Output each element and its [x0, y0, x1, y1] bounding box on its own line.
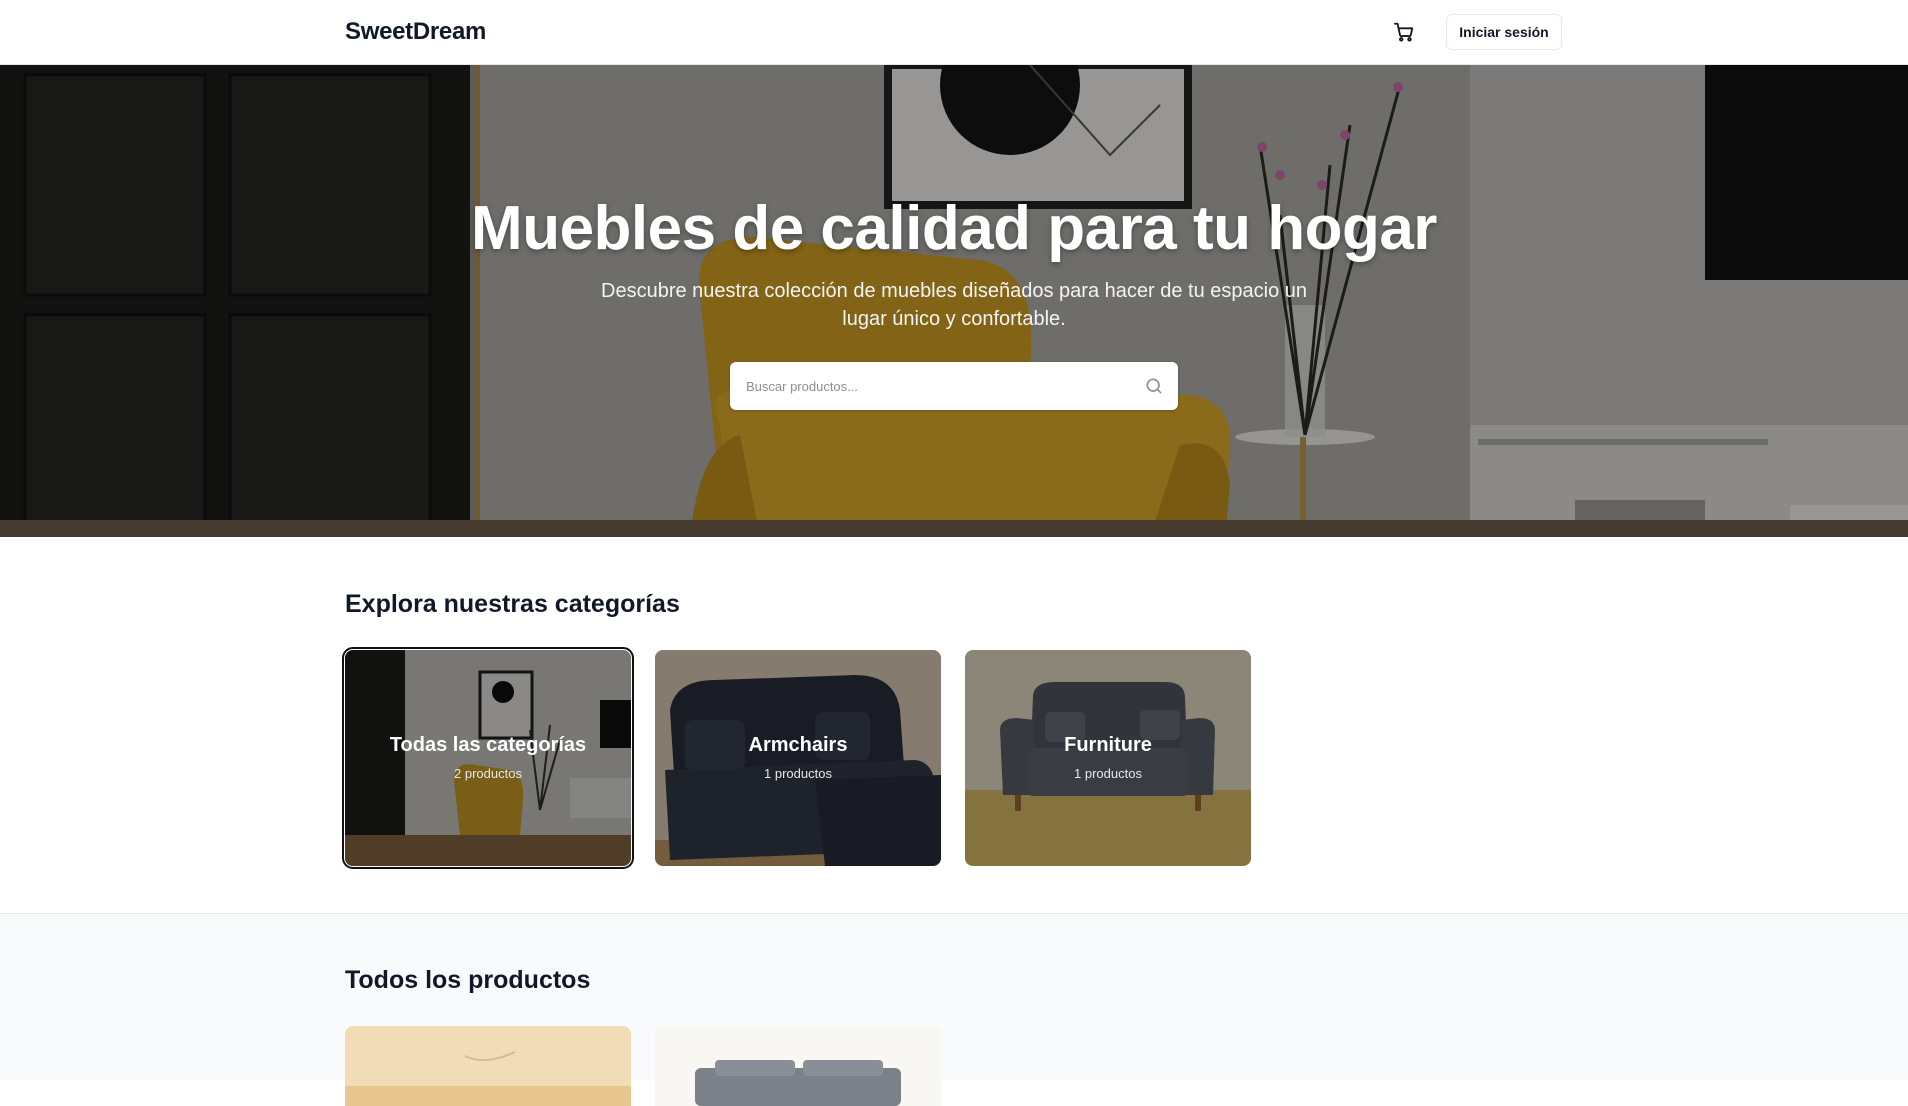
products-title: Todos los productos: [345, 966, 591, 994]
search-input[interactable]: [730, 362, 1130, 410]
hero-banner: Muebles de calidad para tu hogar Descubr…: [0, 65, 1908, 537]
product-card[interactable]: [345, 1026, 631, 1106]
search-box: [730, 362, 1178, 410]
category-overlay: [345, 650, 631, 866]
category-name: Furniture: [1064, 734, 1152, 756]
category-overlay: [965, 650, 1251, 866]
product-image: [655, 1026, 941, 1106]
category-count: 1 productos: [764, 766, 832, 781]
category-name: Todas las categorías: [389, 734, 587, 756]
product-card[interactable]: [655, 1026, 941, 1106]
category-card-armchairs[interactable]: Armchairs 1 productos: [655, 650, 941, 866]
shopping-cart-icon: [1393, 22, 1414, 42]
site-header: SweetDream Iniciar sesión: [0, 0, 1908, 65]
products-section: Todos los productos: [0, 913, 1908, 1106]
product-image: [345, 1026, 631, 1106]
categories-title: Explora nuestras categorías: [345, 590, 680, 618]
category-count: 1 productos: [1074, 766, 1142, 781]
category-card-furniture[interactable]: Furniture 1 productos: [965, 650, 1251, 866]
category-name: Armchairs: [748, 734, 848, 756]
login-button[interactable]: Iniciar sesión: [1446, 14, 1562, 50]
search-icon[interactable]: [1144, 376, 1164, 396]
cart-button[interactable]: [1390, 18, 1418, 46]
category-overlay: [655, 650, 941, 866]
category-card-all[interactable]: Todas las categorías 2 productos: [342, 647, 634, 869]
hero-title: Muebles de calidad para tu hogar: [471, 194, 1437, 263]
logo[interactable]: SweetDream: [345, 18, 486, 46]
category-count: 2 productos: [454, 766, 522, 781]
hero-subtitle: Descubre nuestra colección de muebles di…: [601, 280, 1307, 330]
